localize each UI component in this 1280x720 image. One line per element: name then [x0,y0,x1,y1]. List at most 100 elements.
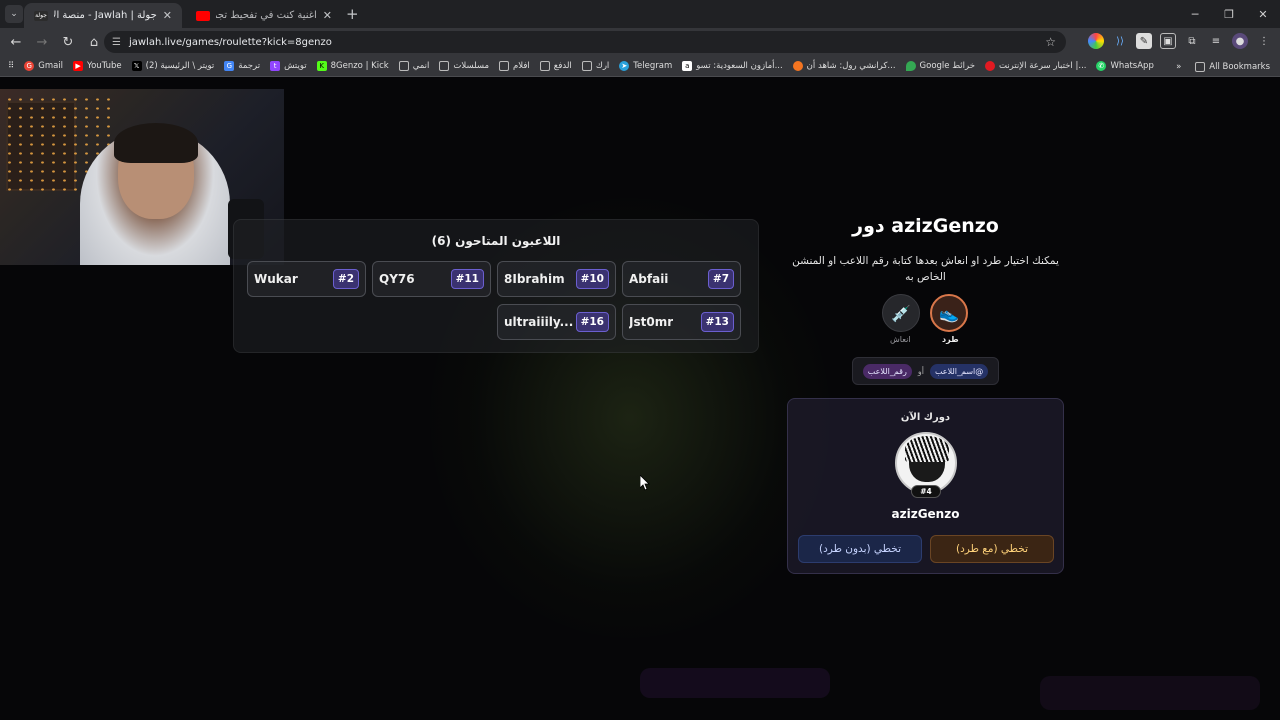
jawlah-favicon-icon: جولة [34,10,48,21]
tab-title: جولة | Jawlah - منصة الألعاب الا... [54,10,157,21]
tab-bar: ⌄ جولة جولة | Jawlah - منصة الألعاب الا.… [0,0,1280,28]
bookmarks-bar: ⠿ G Gmail ▶ YouTube 𝕏 (2) تويتر \ الرئيسية … [0,56,1280,77]
tab-youtube[interactable]: اغنية كنت في تفحيط تجما | بدون ✕ [186,3,342,28]
home-icon[interactable]: ⌂ [82,35,106,50]
bookmark-folder-movies[interactable]: افلام [499,61,530,71]
maps-icon [905,61,916,71]
bookmark-gmail[interactable]: G Gmail [24,61,63,71]
reload-icon[interactable]: ↻ [56,35,80,50]
player-number: #7 [707,269,734,289]
new-tab-icon[interactable]: + [346,5,359,23]
x-icon: 𝕏 [131,61,142,71]
crunchyroll-icon [792,61,803,71]
background-decor [640,668,830,698]
telegram-icon: ➤ [619,61,630,71]
player-card[interactable]: QY76 #11 [372,261,491,297]
player-name: 8Ibrahim [504,272,565,286]
folder-icon [581,61,592,71]
avatar-hair [905,436,949,462]
player-name: Abfaii [629,272,669,286]
folder-icon [398,61,409,71]
tab-title: اغنية كنت في تفحيط تجما | بدون [216,10,317,21]
bookmark-youtube[interactable]: ▶ YouTube [73,61,122,71]
bookmark-crunchyroll[interactable]: كرانشي رول: شاهد أن... [792,61,896,71]
gmail-icon: G [24,61,35,71]
more-bookmarks-icon[interactable]: » [1176,62,1181,72]
kick-action-button[interactable]: 👟 [930,294,968,332]
close-icon[interactable]: ✕ [163,9,172,22]
player-card[interactable]: Jst0mr #13 [622,304,741,340]
player-number: #10 [575,269,609,289]
player-card[interactable]: ultraiiily... #16 [497,304,616,340]
bookmark-twitch[interactable]: t تويتش [270,61,307,71]
translate-icon: G [224,61,235,71]
player-card[interactable]: Wukar #2 [247,261,366,297]
bookmark-folder-series[interactable]: مسلسلات [439,61,489,71]
tab-jawlah[interactable]: جولة جولة | Jawlah - منصة الألعاب الا...… [24,3,182,28]
revive-label: انعاش [890,335,911,344]
bookmark-whatsapp[interactable]: ✆ WhatsApp [1096,61,1154,71]
available-players-panel: اللاعبون المتاحون (6) Abfaii #7 8Ibrahim… [233,219,759,353]
close-icon[interactable]: ✕ [323,9,332,22]
kick-icon: K [316,61,327,71]
translate-extension-icon[interactable]: ⟩⟩ [1112,33,1128,49]
window-close-icon[interactable]: ✕ [1246,0,1280,28]
page-content: اللاعبون المتاحون (6) Abfaii #7 8Ibrahim… [0,78,1280,720]
bookmark-speedtest[interactable]: اختبار سرعة الإنترنت |... [984,61,1086,71]
player-name: Jst0mr [629,315,674,329]
color-extension-icon[interactable] [1088,33,1104,49]
bookmark-amazon[interactable]: a أمازون السعودية: تسو... [682,61,783,71]
bookmark-folder-ark[interactable]: ارك [581,61,609,71]
player-name: Wukar [254,272,298,286]
tab-search-icon[interactable]: ⌄ [5,5,23,23]
bookmark-folder-payment[interactable]: الدفع [539,61,572,71]
skip-with-kick-button[interactable]: تخطي (مع طرد) [930,535,1054,563]
profile-avatar[interactable]: ● [1232,33,1248,49]
forward-icon[interactable]: → [30,35,54,50]
restore-icon[interactable]: ❐ [1212,0,1246,28]
speedtest-icon [984,61,995,71]
extensions: ⟩⟩ ✎ ▣ ⧉ ≡ ● ⋮ [1088,33,1272,49]
apps-icon[interactable]: ⠿ [8,61,14,71]
turn-description: يمكنك اختيار طرد او انعاش بعدها كتابة رق… [792,255,1059,283]
bookmark-star-icon[interactable]: ☆ [1045,35,1056,49]
syringe-icon: 💉 [891,303,911,323]
current-turn-card: دورك الآن #4 azizGenzo تخطي (مع طرد) تخط… [787,398,1064,574]
revive-action-button[interactable]: 💉 [882,294,920,332]
screenshot-extension-icon[interactable]: ▣ [1160,33,1176,49]
edit-extension-icon[interactable]: ✎ [1136,33,1152,49]
menu-icon[interactable]: ⋮ [1256,33,1272,49]
twitch-icon: t [270,61,281,71]
background-decor [1040,676,1260,710]
webcam-hair [114,123,198,163]
address-bar[interactable]: ☰ jawlah.live/games/roulette?kick=8genzo… [104,31,1066,53]
folder-icon [1195,61,1206,72]
bookmark-maps[interactable]: Google خرائط [905,61,975,71]
puzzle-icon[interactable]: ⧉ [1184,33,1200,49]
or-text: أو [917,366,924,376]
bookmark-twitter[interactable]: 𝕏 (2) تويتر \ الرئيسية [131,61,214,71]
url-text: jawlah.live/games/roulette?kick=8genzo [128,36,332,48]
your-turn-label: دورك الآن [900,412,951,423]
bookmark-translate[interactable]: G ترجمة [224,61,260,71]
bookmark-folder-anime[interactable]: انمي [398,61,429,71]
bookmark-kick[interactable]: K 8Genzo | Kick [316,61,389,71]
player-card[interactable]: 8Ibrahim #10 [497,261,616,297]
player-number: #2 [332,269,359,289]
bookmark-telegram[interactable]: ➤ Telegram [619,61,672,71]
all-bookmarks[interactable]: All Bookmarks [1195,61,1270,72]
input-hint-chips: @اسم_اللاعب أو رقم_اللاعب [852,357,999,385]
player-card[interactable]: Abfaii #7 [622,261,741,297]
amazon-icon: a [682,61,693,71]
site-info-icon[interactable]: ☰ [112,37,121,48]
window-controls: ─ ❐ ✕ [1178,0,1280,28]
player-name: ultraiiily... [504,315,574,329]
skip-without-kick-button[interactable]: تخطي (بدون طرد) [798,535,922,563]
back-icon[interactable]: ← [4,35,28,50]
current-player-name: azizGenzo [891,507,960,521]
bookmarks-right: » All Bookmarks [1176,56,1270,77]
youtube-icon: ▶ [73,61,84,71]
media-icon[interactable]: ≡ [1208,33,1224,49]
folder-icon [439,61,450,71]
minimize-icon[interactable]: ─ [1178,0,1212,28]
